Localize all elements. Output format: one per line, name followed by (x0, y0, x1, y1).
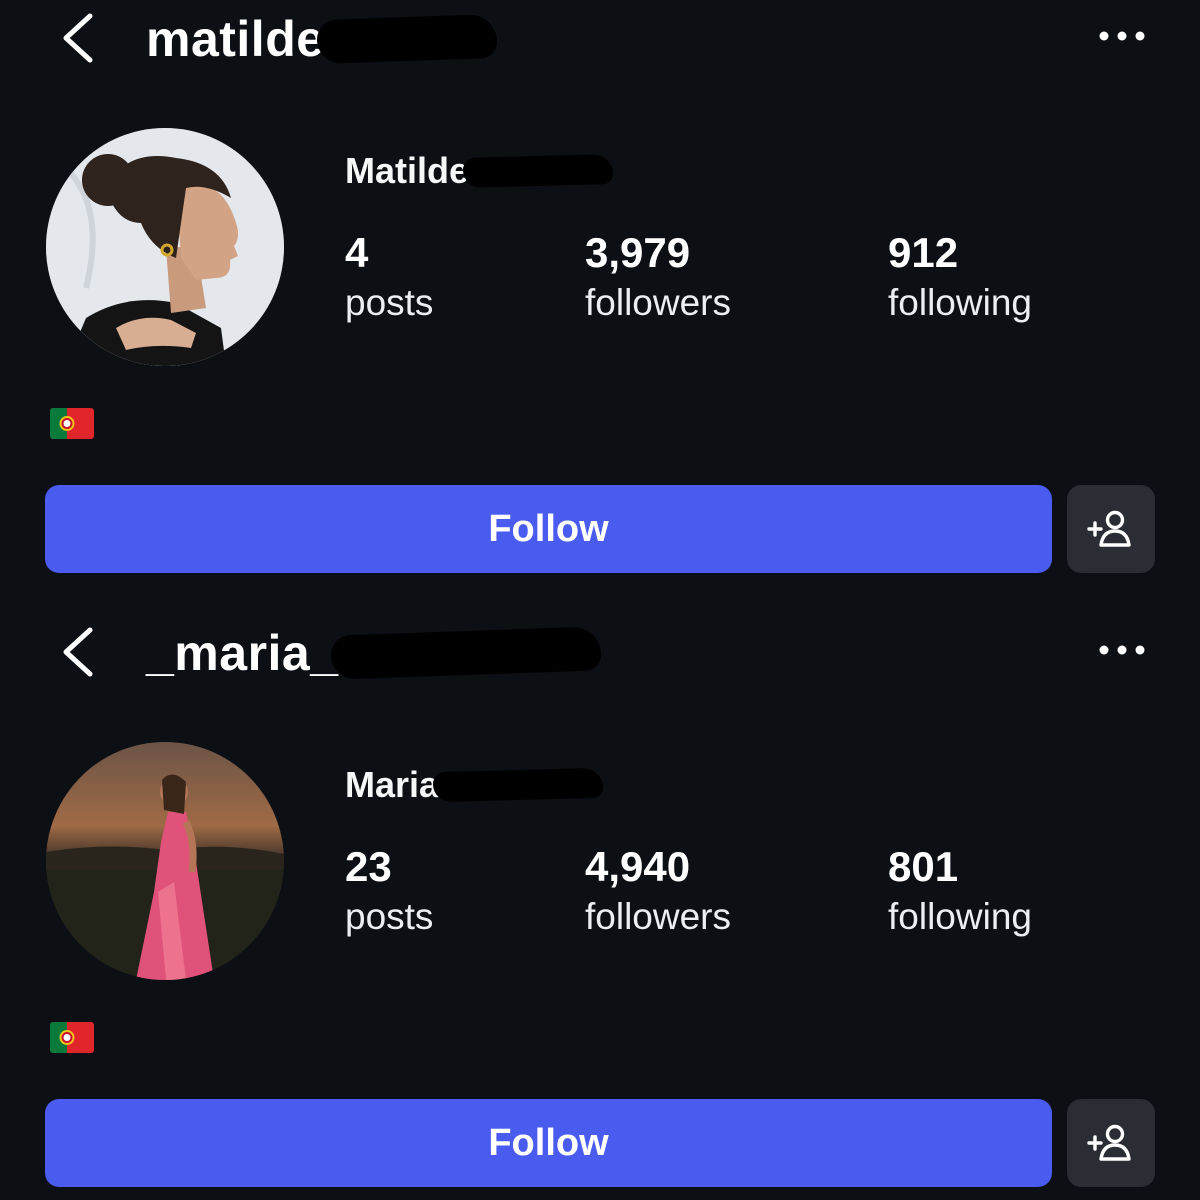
profile-photo (46, 742, 284, 980)
following-count: 801 (888, 843, 959, 890)
redaction-mark (329, 626, 602, 680)
redaction-mark (462, 154, 614, 188)
username-row: _maria_ (146, 618, 602, 688)
following-label: following (888, 896, 1032, 937)
display-name-row: Matilde (345, 146, 614, 196)
more-options-button[interactable] (1094, 636, 1150, 664)
follow-button[interactable]: Follow (45, 1099, 1052, 1187)
followers-label: followers (585, 282, 731, 323)
username-row: matilde (146, 4, 498, 74)
username: _maria_ (146, 625, 339, 681)
posts-count: 4 (345, 229, 369, 276)
display-name: Matilde (345, 150, 470, 191)
follow-button[interactable]: Follow (45, 485, 1052, 573)
profile-header-matilde: matilde Matilde 4 posts 3,979 followers … (0, 0, 1200, 600)
username: matilde (146, 11, 325, 67)
followers-count: 3,979 (585, 229, 691, 276)
screenshot-collage: matilde Matilde 4 posts 3,979 followers … (0, 0, 1200, 1200)
add-person-icon (1087, 1124, 1131, 1161)
back-button[interactable] (54, 622, 102, 682)
followers-stat[interactable]: 4,940 followers (585, 840, 731, 940)
following-count: 912 (888, 229, 959, 276)
suggested-users-button[interactable] (1067, 485, 1155, 573)
chevron-left-icon (63, 13, 93, 63)
more-options-button[interactable] (1094, 22, 1150, 50)
posts-count: 23 (345, 843, 392, 890)
avatar[interactable] (46, 128, 284, 366)
following-stat[interactable]: 912 following (888, 226, 1032, 326)
posts-label: posts (345, 282, 434, 323)
more-horizontal-icon (1099, 31, 1145, 41)
followers-label: followers (585, 896, 731, 937)
following-label: following (888, 282, 1032, 323)
profile-photo (46, 128, 284, 366)
posts-stat[interactable]: 23 posts (345, 840, 433, 940)
avatar[interactable] (46, 742, 284, 980)
posts-stat[interactable]: 4 posts (345, 226, 433, 326)
following-stat[interactable]: 801 following (888, 840, 1032, 940)
followers-stat[interactable]: 3,979 followers (585, 226, 731, 326)
portugal-flag-icon (50, 1022, 94, 1053)
redaction-mark (315, 13, 498, 65)
display-name: Maria (345, 764, 440, 805)
suggested-users-button[interactable] (1067, 1099, 1155, 1187)
more-horizontal-icon (1099, 645, 1145, 655)
posts-label: posts (345, 896, 434, 937)
chevron-left-icon (63, 627, 93, 677)
profile-header-maria: _maria_ Maria 23 posts 4,940 followers 8… (0, 614, 1200, 1200)
display-name-row: Maria (345, 760, 604, 810)
back-button[interactable] (54, 8, 102, 68)
portugal-flag-icon (50, 408, 94, 439)
followers-count: 4,940 (585, 843, 691, 890)
redaction-mark (432, 767, 604, 803)
add-person-icon (1087, 510, 1131, 547)
